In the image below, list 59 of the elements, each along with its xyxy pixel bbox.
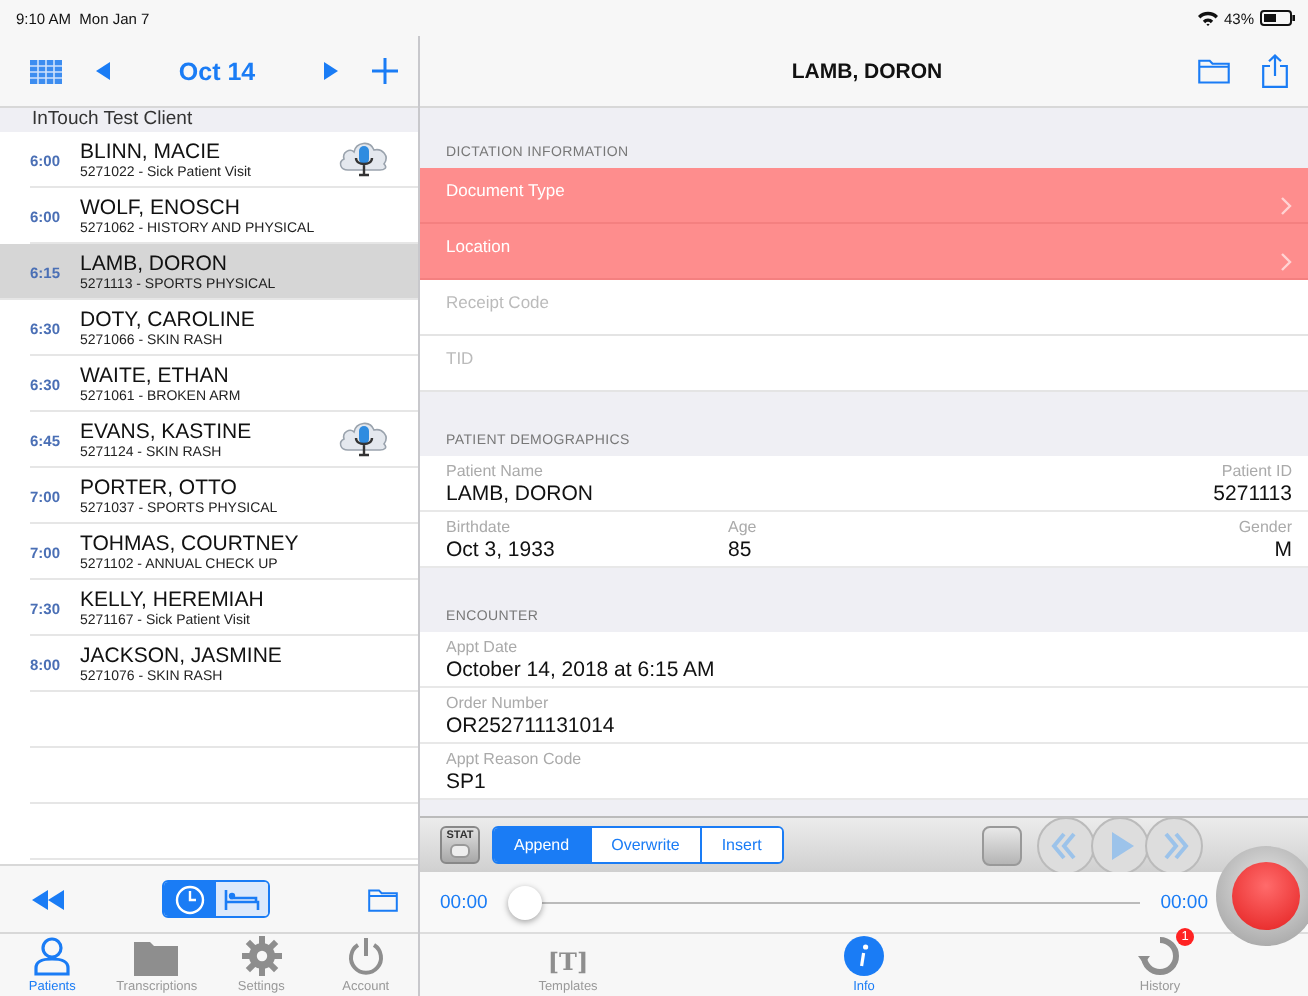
stop-button[interactable]: [982, 825, 1022, 865]
previous-day-icon[interactable]: [96, 62, 111, 80]
next-day-icon[interactable]: [323, 62, 338, 80]
patient-name: WAITE, ETHAN: [80, 363, 231, 387]
field-label: Birthdate: [446, 518, 513, 536]
calendar-grid-icon[interactable]: [30, 59, 62, 83]
bed-view-toggle[interactable]: [216, 882, 268, 916]
folder-icon: [134, 940, 179, 976]
rewind-icon[interactable]: [32, 889, 64, 909]
schedule-date: Oct 14: [178, 57, 256, 85]
patient-name: KELLY, HEREMIAH: [80, 587, 266, 611]
slider-thumb[interactable]: [507, 885, 542, 919]
patient-name: PORTER, OTTO: [80, 475, 239, 499]
add-icon[interactable]: [372, 58, 398, 84]
battery-icon: [1260, 10, 1296, 26]
total-time: 00:00: [1160, 891, 1208, 913]
patient-name: DOTY, CAROLINE: [80, 307, 257, 331]
field-value: 5271113: [1213, 482, 1292, 506]
history-icon: [1138, 936, 1182, 976]
field-value: 85: [728, 538, 754, 562]
bed-icon: [224, 887, 260, 911]
mode-segment[interactable]: Append: [494, 828, 590, 862]
patient-title: LAMB, DORON: [789, 59, 945, 83]
wifi-icon: [1197, 10, 1218, 26]
patient-name: EVANS, KASTINE: [80, 419, 254, 443]
field-value: M: [1274, 538, 1292, 562]
field-value: Oct 3, 1933: [446, 538, 557, 562]
field-value: SP1: [446, 770, 488, 794]
folder-icon[interactable]: [1198, 58, 1230, 84]
clock-icon: [174, 883, 206, 915]
field-label: Patient Name: [446, 462, 545, 480]
field-value: OR252711131014: [446, 714, 617, 738]
dictation-field[interactable]: Location: [420, 224, 1308, 280]
field-label: Age: [728, 518, 759, 536]
field-value: October 14, 2018 at 6:15 AM: [446, 658, 717, 682]
share-icon[interactable]: [1262, 54, 1288, 88]
field-label: Appt Reason Code: [446, 750, 584, 768]
patient-name: LAMB, DORON: [80, 251, 230, 275]
patient-name: WOLF, ENOSCH: [80, 195, 242, 219]
field-label: Order Number: [446, 694, 551, 712]
power-icon: [345, 936, 386, 976]
mode-segment[interactable]: Insert: [699, 828, 782, 862]
chevron-right-icon: [1280, 252, 1292, 272]
elapsed-time: 00:00: [440, 891, 488, 913]
field-label: Appt Date: [446, 638, 520, 656]
chevron-right-icon: [1280, 196, 1292, 216]
templates-icon: [T]: [547, 948, 589, 976]
folder-icon[interactable]: [368, 887, 398, 911]
patient-name: BLINN, MACIE: [80, 139, 223, 163]
field-label: Patient ID: [1221, 462, 1292, 480]
patient-name: TOHMAS, COURTNEY: [80, 531, 301, 555]
mode-segment[interactable]: Overwrite: [589, 828, 700, 862]
person-icon: [32, 936, 73, 976]
dictation-field[interactable]: Document Type: [420, 168, 1308, 224]
field-value: LAMB, DORON: [446, 482, 596, 506]
field-label: Gender: [1238, 518, 1292, 536]
patient-name: JACKSON, JASMINE: [80, 643, 284, 667]
client-header: InTouch Test Client: [0, 108, 418, 132]
clock-view-toggle[interactable]: [164, 882, 216, 916]
